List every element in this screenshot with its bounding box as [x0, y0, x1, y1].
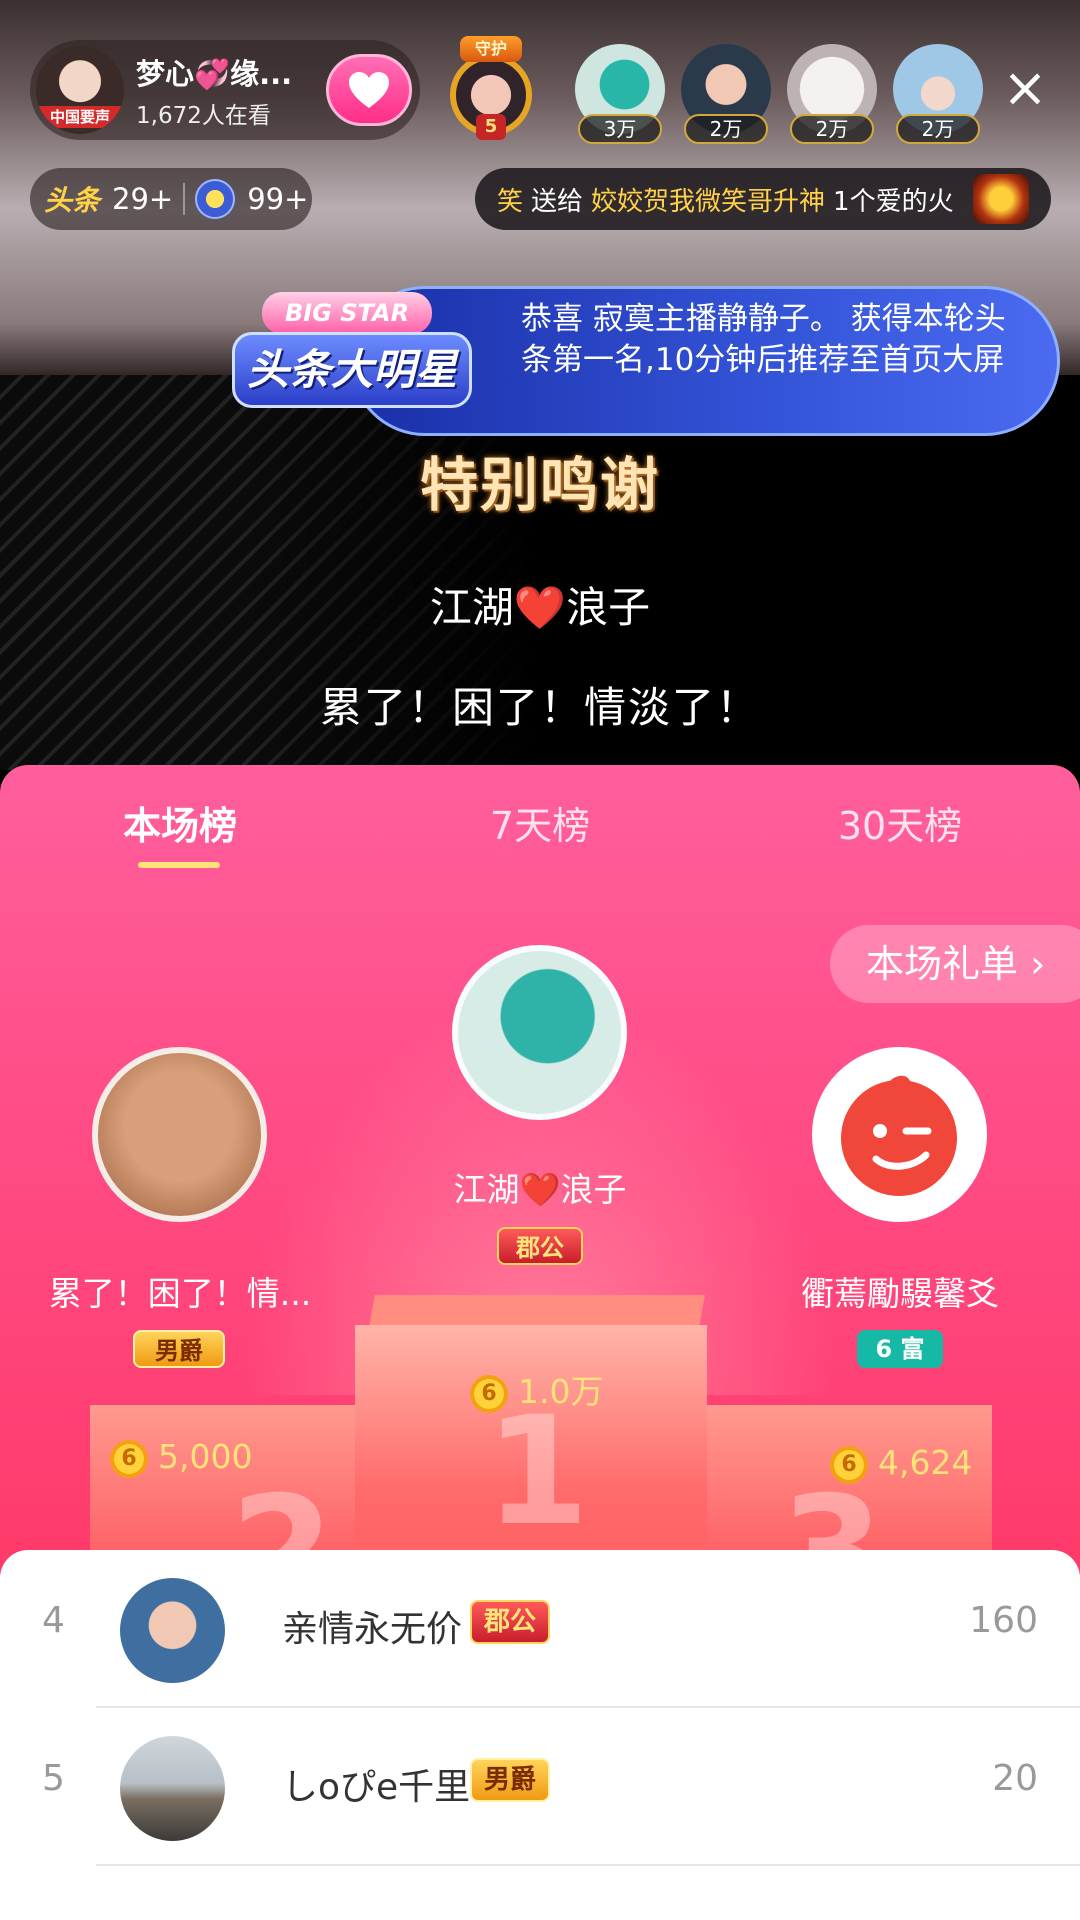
third-place-score: 6 4,624: [830, 1443, 972, 1484]
coin-icon: 6: [470, 1374, 508, 1413]
star-icon: [195, 179, 236, 219]
guard-count: 5: [476, 114, 506, 140]
first-place-score: 6 1.0万: [470, 1365, 603, 1413]
list-name: しoぴe千里: [282, 1767, 471, 1808]
top-viewer-4[interactable]: 2万: [890, 44, 986, 144]
ticker-sender-fragment: 笑: [497, 186, 524, 217]
ticker-verb: 送给: [531, 186, 584, 217]
third-place-avatar[interactable]: [812, 1047, 987, 1222]
tab-7-days[interactable]: 7天榜: [470, 795, 610, 850]
first-place-name: 江湖❤️浪子: [453, 1170, 627, 1209]
heart-icon: [349, 72, 389, 108]
bigstar-message: 恭喜 寂寞主播静静子。 获得本轮头条第一名,10分钟后推荐至首页大屏: [521, 301, 1006, 378]
gift-icon: [973, 174, 1029, 224]
list-avatar[interactable]: [120, 1736, 225, 1841]
list-value: 20: [992, 1758, 1038, 1799]
row-divider: [96, 1864, 1080, 1866]
host-viewer-count: 1,672人在看: [136, 102, 271, 129]
host-name: 梦心💞缘...: [136, 56, 293, 91]
rank-stats-pill[interactable]: 头条 29+ 99+: [30, 168, 312, 230]
second-place-avatar[interactable]: [92, 1047, 267, 1222]
wink-face-icon: [841, 1075, 957, 1196]
list-name: 亲情永无价: [282, 1609, 463, 1650]
list-value: 160: [969, 1600, 1038, 1641]
star-rank: 99+: [247, 182, 309, 216]
list-avatar[interactable]: [120, 1578, 225, 1683]
top-viewer-3[interactable]: 2万: [784, 44, 880, 144]
leaderboard-list: 4 亲情永无价 郡公 160 5 しoぴe千里 男爵 20: [0, 1550, 1080, 1920]
list-badge: 郡公: [470, 1600, 551, 1644]
list-item[interactable]: 5 しoぴe千里 男爵 20: [0, 1708, 1080, 1866]
guard-label: 守护: [460, 36, 522, 62]
bigstar-logo: BIG STAR 头条大明星: [232, 270, 472, 430]
first-place-badge: 郡公: [497, 1227, 583, 1265]
host-info: 梦心💞缘... 1,672人在看: [136, 51, 306, 130]
third-place-badge: 6 富: [857, 1330, 943, 1368]
list-badge: 男爵: [470, 1758, 551, 1802]
first-place-score-value: 1.0万: [518, 1372, 604, 1411]
third-place-name: 衢蔫勵騴馨爻: [801, 1274, 999, 1313]
third-place-score-value: 4,624: [878, 1443, 973, 1482]
follow-heart-button[interactable]: [326, 54, 412, 126]
gift-ticker[interactable]: 笑 送给 姣姣贺我微笑哥升神 1个爱的火: [475, 168, 1051, 230]
coin-icon: 6: [110, 1439, 148, 1478]
first-place-avatar[interactable]: [452, 945, 627, 1120]
tab-this-session[interactable]: 本场榜: [110, 795, 250, 850]
coin-icon: 6: [830, 1445, 868, 1484]
second-place-badge: 男爵: [133, 1330, 225, 1368]
tab-30-days[interactable]: 30天榜: [820, 795, 980, 850]
thanks-line-2: 累了！困了！情淡了！: [319, 683, 760, 732]
guard-badge[interactable]: 守护 5: [438, 32, 543, 142]
host-info-pill[interactable]: 中国要声 梦心💞缘... 1,672人在看: [30, 40, 420, 140]
gift-list-button[interactable]: 本场礼单 ›: [830, 925, 1080, 1003]
active-tab-indicator: [138, 862, 220, 868]
viewer-amount: 2万: [684, 114, 768, 144]
top-viewer-1[interactable]: 3万: [572, 44, 668, 144]
thanks-title: 特别鸣谢: [419, 451, 660, 519]
ticker-gift: 1个爱的火: [833, 186, 954, 217]
ticker-recipient: 姣姣贺我微笑哥升神: [591, 186, 826, 217]
top-viewer-2[interactable]: 2万: [678, 44, 774, 144]
viewer-amount: 2万: [896, 114, 980, 144]
bigstar-title: 头条大明星: [232, 332, 472, 408]
bigstar-cap: BIG STAR: [262, 292, 432, 334]
close-icon[interactable]: ×: [1000, 61, 1050, 116]
host-avatar-tag: 中国要声: [36, 106, 124, 128]
second-place-score: 6 5,000: [110, 1437, 252, 1478]
second-place-score-value: 5,000: [158, 1437, 253, 1476]
toutiao-rank: 29+: [112, 182, 174, 216]
stat-divider: [183, 183, 186, 215]
viewer-amount: 2万: [790, 114, 874, 144]
thanks-line-1: 江湖❤️浪子: [429, 583, 651, 632]
viewer-amount: 3万: [578, 114, 662, 144]
list-rank: 5: [42, 1758, 65, 1799]
host-avatar[interactable]: 中国要声: [36, 46, 124, 134]
second-place-name: 累了！困了！情...: [48, 1274, 312, 1313]
toutiao-logo: 头条: [44, 184, 101, 217]
list-rank: 4: [42, 1600, 65, 1641]
list-item[interactable]: 4 亲情永无价 郡公 160: [0, 1550, 1080, 1708]
